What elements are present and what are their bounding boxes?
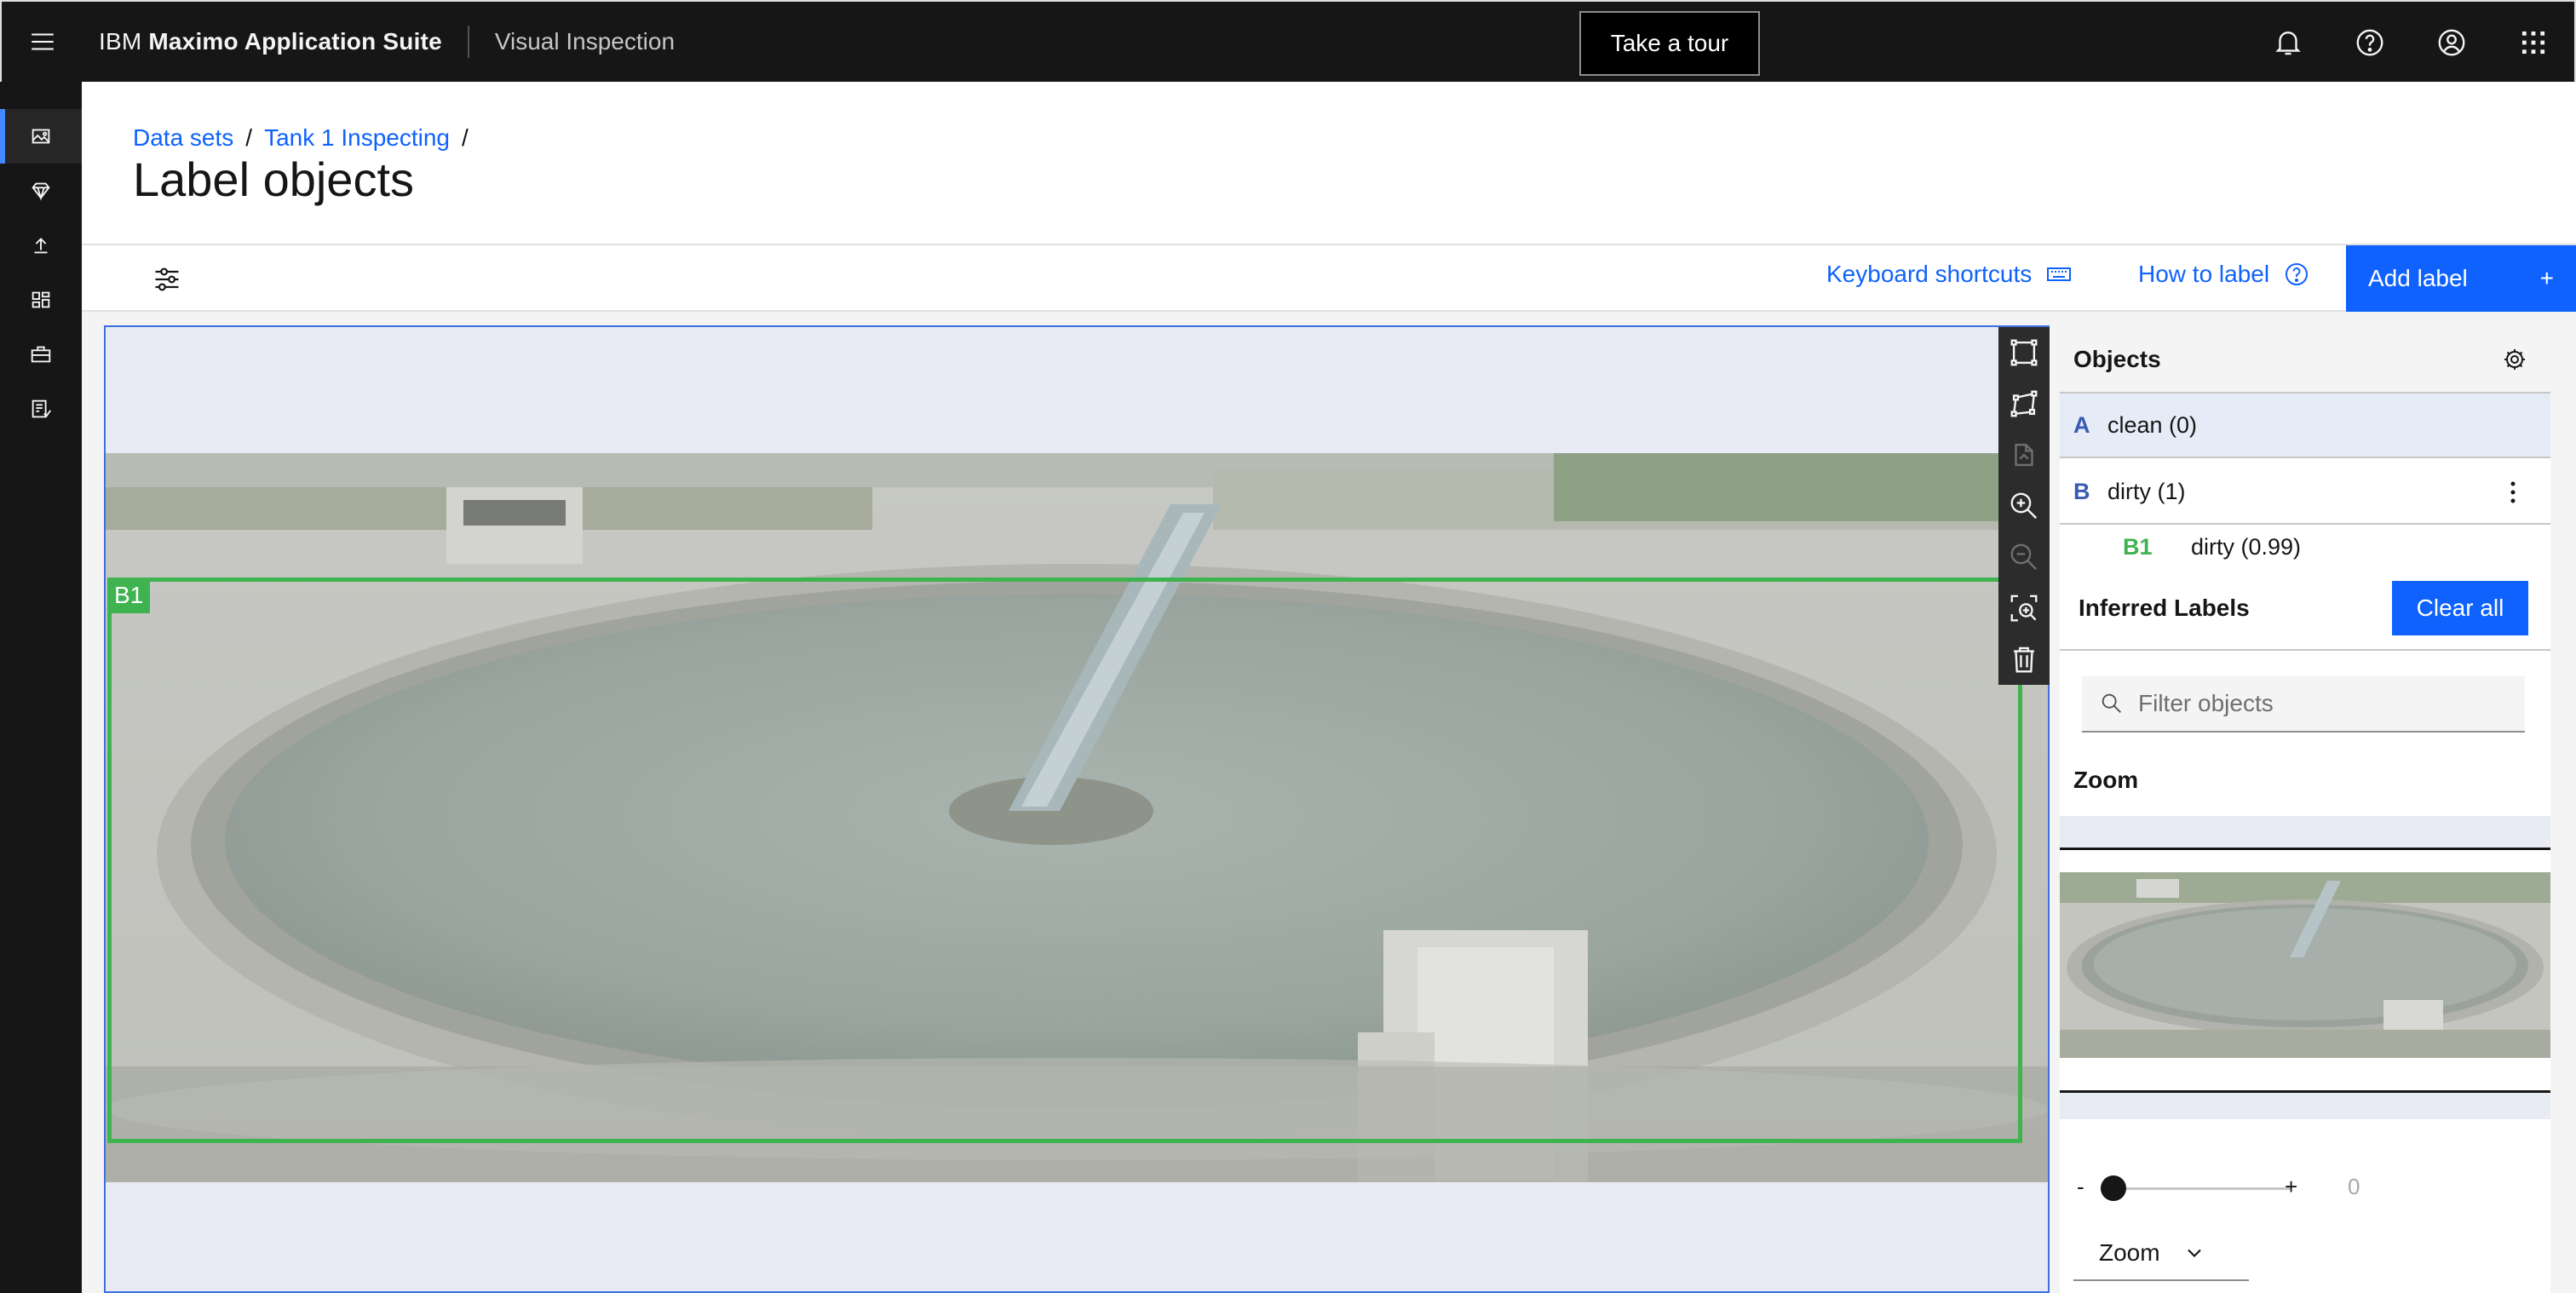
- app-switcher-icon: [2521, 31, 2545, 55]
- box-tool-button[interactable]: [1998, 327, 2050, 378]
- breadcrumb: Data sets / Tank 1 Inspecting /: [133, 124, 469, 152]
- object-key: B: [2073, 478, 2090, 504]
- bell-icon: [2275, 31, 2301, 55]
- zoom-divider-bottom: [2060, 1090, 2550, 1119]
- user-icon: [2438, 29, 2465, 56]
- brand-prefix: IBM: [99, 28, 142, 55]
- breadcrumb-separator: /: [245, 124, 253, 151]
- chevron-down-icon: [2187, 1249, 2201, 1258]
- add-label-button[interactable]: Add label +: [2346, 245, 2576, 312]
- instance-label: dirty (0.99): [2191, 533, 2302, 560]
- object-label: clean (0): [2107, 411, 2198, 438]
- object-label: dirty (1): [2107, 478, 2186, 504]
- zoom-title: Zoom: [2073, 767, 2139, 793]
- header-actions: [2247, 2, 2574, 83]
- object-row-dirty[interactable]: B dirty (1): [2060, 460, 2550, 525]
- top-navigation-bar: IBM Maximo Application Suite Visual Insp…: [0, 0, 2576, 82]
- rail-item-toolbox[interactable]: [0, 327, 82, 382]
- zoom-in-icon: [2010, 492, 2038, 520]
- delete-button[interactable]: [1998, 634, 2050, 685]
- product-name: Visual Inspection: [494, 28, 676, 55]
- brand-product-name: Maximo Application Suite: [148, 28, 442, 55]
- fit-zoom-button[interactable]: [1998, 583, 2050, 634]
- help-button[interactable]: [2329, 2, 2411, 83]
- zoom-slider-row: - + 0: [2060, 1167, 2550, 1210]
- upload-icon: [34, 238, 48, 254]
- zoom-slider-track[interactable]: [2114, 1187, 2291, 1190]
- rail-item-reports[interactable]: [0, 382, 82, 436]
- notifications-button[interactable]: [2247, 2, 2329, 83]
- take-a-tour-button[interactable]: Take a tour: [1579, 11, 1760, 76]
- rail-item-deploy[interactable]: [0, 218, 82, 273]
- side-navigation-rail: [0, 82, 82, 1293]
- keyboard-icon: [2047, 267, 2072, 281]
- help-icon: [2356, 29, 2383, 56]
- fit-zoom-icon: [2010, 595, 2038, 622]
- box-tool-icon: [2010, 339, 2038, 366]
- canvas-tool-strip: [1998, 327, 2050, 685]
- zoom-in-button[interactable]: [1998, 480, 2050, 532]
- how-to-label-link[interactable]: How to label: [2138, 261, 2310, 288]
- inferred-labels-title: Inferred Labels: [2079, 595, 2250, 621]
- clear-all-button[interactable]: Clear all: [2392, 581, 2528, 635]
- filter-objects-input[interactable]: Filter objects: [2082, 676, 2525, 733]
- app-switcher-button[interactable]: [2493, 2, 2574, 83]
- model-diamond-icon: [32, 182, 50, 201]
- breadcrumb-separator: /: [461, 124, 469, 151]
- object-key: A: [2073, 411, 2090, 438]
- help-icon: [2286, 263, 2309, 285]
- objects-title: Objects: [2073, 346, 2161, 372]
- add-label-text: Add label: [2368, 265, 2468, 291]
- objects-header: Objects: [2060, 327, 2550, 394]
- page-title: Label objects: [133, 152, 415, 206]
- zoom-divider: [2060, 816, 2550, 850]
- page-header: Data sets / Tank 1 Inspecting / Label ob…: [82, 82, 2576, 244]
- how-to-label-text: How to label: [2138, 261, 2270, 287]
- toolbox-icon: [31, 346, 51, 363]
- zoom-thumbnail-image[interactable]: [2060, 872, 2550, 1058]
- add-icon: +: [2539, 265, 2554, 291]
- keyboard-shortcuts-label: Keyboard shortcuts: [1826, 261, 2033, 287]
- polygon-tool-button[interactable]: [1998, 378, 2050, 429]
- keyboard-shortcuts-link[interactable]: Keyboard shortcuts: [1826, 261, 2073, 288]
- zoom-plus[interactable]: +: [2285, 1174, 2297, 1200]
- zoom-dropdown-value: Zoom: [2099, 1239, 2160, 1266]
- zoom-slider-handle[interactable]: [2101, 1175, 2126, 1201]
- zoom-out-button[interactable]: [1998, 532, 2050, 583]
- breadcrumb-data-sets[interactable]: Data sets: [133, 124, 233, 152]
- gear-icon[interactable]: [2501, 346, 2528, 373]
- trash-icon: [2014, 646, 2034, 673]
- copy-disabled-icon: [2015, 443, 2033, 467]
- zoom-out-icon: [2010, 543, 2038, 571]
- bounding-box-b1[interactable]: B1: [107, 578, 2022, 1143]
- inferred-labels-section: Inferred Labels Clear all: [2060, 574, 2550, 651]
- dashboard-icon: [32, 291, 50, 308]
- object-row-clean[interactable]: A clean (0): [2060, 394, 2550, 458]
- search-icon: [2102, 693, 2121, 713]
- bounding-box-label: B1: [107, 578, 151, 613]
- hamburger-menu-button[interactable]: [2, 1, 83, 83]
- menu-icon: [32, 33, 54, 50]
- user-profile-button[interactable]: [2411, 2, 2493, 83]
- instance-key: B1: [2123, 533, 2153, 560]
- settings-adjust-icon[interactable]: [152, 264, 182, 295]
- overflow-menu-icon[interactable]: [2510, 477, 2516, 508]
- copy-button[interactable]: [1998, 429, 2050, 480]
- objects-panel: Objects A clean (0) B dirty (1) B1 dirty…: [2060, 327, 2550, 1293]
- breadcrumb-tank-1-inspecting[interactable]: Tank 1 Inspecting: [264, 124, 450, 152]
- object-instance-b1[interactable]: B1 dirty (0.99): [2060, 526, 2550, 567]
- brand-name[interactable]: IBM Maximo Application Suite: [99, 28, 442, 55]
- rail-item-dashboard[interactable]: [0, 273, 82, 327]
- rail-item-data-sets[interactable]: [0, 109, 82, 164]
- data-report-icon: [32, 399, 52, 418]
- brand-divider: [467, 26, 469, 58]
- zoom-dropdown[interactable]: Zoom: [2073, 1227, 2249, 1281]
- image-gallery-icon: [32, 129, 50, 144]
- rail-item-models[interactable]: [0, 164, 82, 218]
- zoom-value: 0: [2348, 1174, 2360, 1199]
- label-toolbar: Keyboard shortcuts How to label Add labe…: [82, 244, 2576, 312]
- polygon-tool-icon: [2010, 390, 2038, 417]
- zoom-minus[interactable]: -: [2077, 1174, 2084, 1200]
- filter-objects-placeholder: Filter objects: [2138, 690, 2274, 716]
